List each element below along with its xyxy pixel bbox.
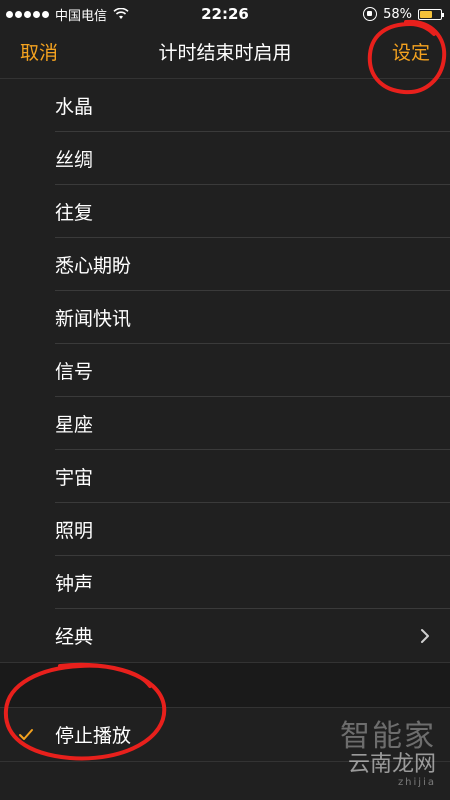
list-item-label: 星座 [55, 414, 94, 436]
list-item-label: 水晶 [55, 96, 94, 118]
list-item-label: 新闻快讯 [55, 308, 132, 330]
status-bar: 中国电信 22:26 58% [0, 0, 450, 28]
battery-icon [418, 8, 444, 20]
list-item-chimes[interactable]: 钟声 [0, 556, 450, 609]
list-item-label: 丝绸 [55, 149, 94, 171]
screen: 中国电信 22:26 58% 取消 计时结束时启用 设定 水晶 丝绸 往复 悉心… [0, 0, 450, 800]
wifi-icon [113, 8, 129, 19]
sound-list: 水晶 丝绸 往复 悉心期盼 新闻快讯 信号 星座 宇宙 照明 钟声 经典 停止播… [0, 79, 450, 762]
carrier-label: 中国电信 [55, 8, 108, 24]
set-button[interactable]: 设定 [392, 38, 430, 65]
list-item-classic[interactable]: 经典 [0, 609, 450, 662]
rotation-lock-icon [363, 7, 378, 21]
list-item-news-flash[interactable]: 新闻快讯 [0, 291, 450, 344]
list-item-reciprocate[interactable]: 往复 [0, 185, 450, 238]
battery-fill [420, 10, 432, 18]
page-title: 计时结束时启用 [158, 42, 292, 64]
battery-percent: 58% [383, 6, 412, 22]
list-item-label: 经典 [55, 626, 94, 648]
list-item-signal[interactable]: 信号 [0, 344, 450, 397]
watermark-line1: 智能家 [340, 718, 436, 754]
watermark: 智能家 云南龙网 zhijia [340, 720, 436, 788]
clock: 22:26 [201, 5, 249, 23]
list-item-silk[interactable]: 丝绸 [0, 132, 450, 185]
watermark-line2: 云南龙网 [347, 751, 436, 777]
list-item-label: 信号 [55, 361, 94, 383]
list-item-label: 照明 [55, 520, 94, 542]
list-item-illuminate[interactable]: 照明 [0, 503, 450, 556]
list-item-label: 往复 [55, 202, 94, 224]
list-item-label: 悉心期盼 [55, 255, 132, 277]
nav-bar: 取消 计时结束时启用 设定 [0, 28, 450, 79]
watermark-line3: zhijia [397, 777, 436, 788]
chevron-right-icon [421, 628, 429, 643]
checkmark-icon [19, 728, 33, 740]
list-item-label: 钟声 [55, 573, 94, 595]
status-right: 58% [363, 6, 444, 22]
list-item-cosmic[interactable]: 宇宙 [0, 450, 450, 503]
list-item-label: 宇宙 [55, 467, 94, 489]
list-item-crystal[interactable]: 水晶 [0, 79, 450, 132]
section-gap [0, 662, 450, 708]
list-item-by-the-seaside[interactable]: 悉心期盼 [0, 238, 450, 291]
cancel-button[interactable]: 取消 [20, 38, 58, 65]
list-item-constellation[interactable]: 星座 [0, 397, 450, 450]
stop-playing-label: 停止播放 [55, 725, 132, 747]
signal-dots-icon [6, 10, 49, 18]
